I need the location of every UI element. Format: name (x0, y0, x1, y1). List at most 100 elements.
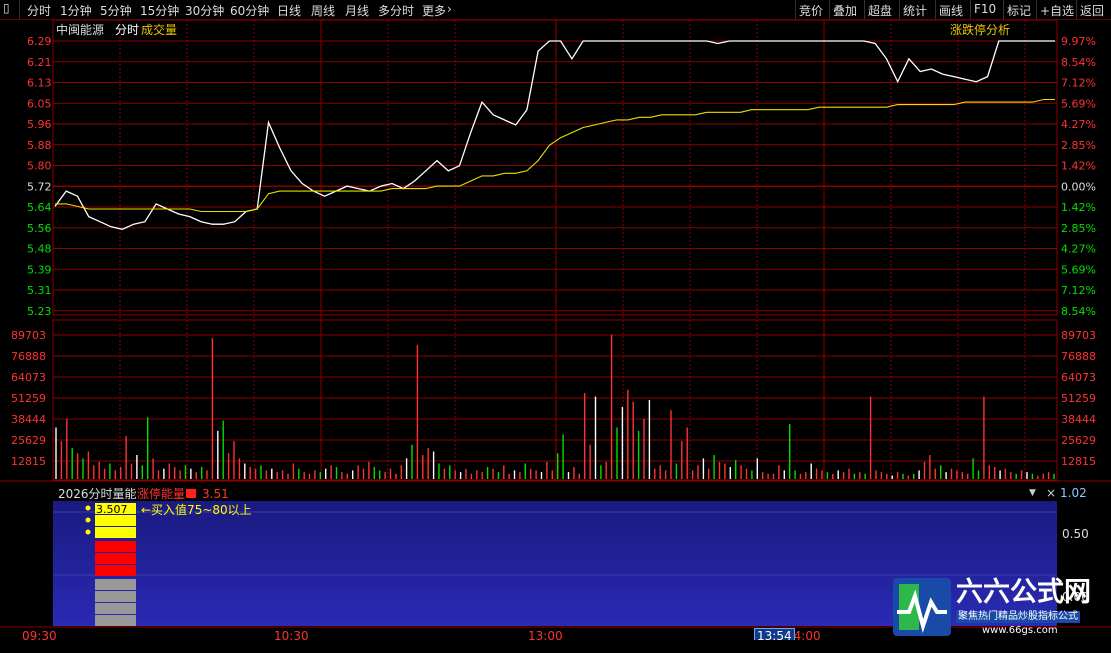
volume-tick-label-right: 89703 (1061, 329, 1096, 342)
volume-tick-label-right: 38444 (1061, 413, 1096, 426)
percent-tick-label: 1.42% (1061, 201, 1096, 214)
logo-slogan: 聚焦热门精品炒股指标公式 (956, 611, 1080, 623)
toolbar-item[interactable]: 周线 (311, 2, 335, 19)
price-line (54, 40, 1055, 230)
toolbar-divider (1076, 0, 1077, 19)
toolbar-item[interactable]: 竞价 (799, 2, 823, 19)
price-tick-label: 5.64 (27, 201, 52, 214)
indicator-cell (95, 565, 136, 576)
indicator-annotation: ←买入值75~80以上 (141, 503, 252, 517)
logo-mark-icon (893, 578, 951, 636)
price-tick-label: 5.31 (27, 284, 52, 297)
percent-tick-label: 7.12% (1061, 77, 1096, 90)
toolbar-item[interactable]: 叠加 (833, 2, 857, 19)
chart-area: 6.29 9.97% 6.21 8.54% 6.13 7.12% 6.05 5.69% 5.96… (0, 19, 1111, 650)
toolbar-divider (899, 0, 900, 19)
toolbar-item[interactable]: 超盘 (868, 2, 892, 19)
indicator-dot (85, 517, 91, 523)
volume-tick-label-right: 12815 (1061, 455, 1096, 468)
toolbar-divider (795, 0, 796, 19)
indicator-swatch (186, 489, 196, 498)
indicator-cell (95, 541, 136, 552)
volume-tick-label: 38444 (11, 413, 46, 426)
toolbar-item[interactable]: 多分时 (378, 2, 414, 19)
percent-tick-label: 9.97% (1061, 35, 1096, 48)
toolbar-item[interactable]: 5分钟 (100, 2, 132, 19)
toolbar-item[interactable]: 30分钟 (185, 2, 224, 19)
indicator-cell (95, 579, 136, 590)
period-toolbar: ▯ 分时 1分钟 5分钟 15分钟 30分钟 60分钟 日线 周线 月线 多分时 更多 › 竞价 叠加… (0, 0, 1111, 20)
toolbar-item[interactable]: 分时 (27, 2, 51, 19)
toolbar-divider (935, 0, 936, 19)
indicator-dot (85, 529, 91, 535)
toolbar-divider (970, 0, 971, 19)
volume-tick-label: 51259 (11, 392, 46, 405)
indicator-cell (95, 527, 136, 538)
percent-tick-label: 5.69% (1061, 97, 1096, 110)
percent-tick-label: 4.27% (1061, 243, 1096, 256)
indicator-right-value: 1.02 (1060, 486, 1087, 500)
price-tick-label: 6.29 (27, 35, 52, 48)
toolbar-item[interactable]: 统计 (903, 2, 927, 19)
toolbar-divider (864, 0, 865, 19)
logo-url: www.66gs.com (982, 625, 1058, 636)
percent-tick-label: 4.27% (1061, 118, 1096, 131)
volume-tick-label-right: 76888 (1061, 350, 1096, 363)
price-tick-label: 6.13 (27, 77, 52, 90)
toolbar-item[interactable]: 60分钟 (230, 2, 269, 19)
toolbar-item[interactable]: 标记 (1007, 2, 1031, 19)
percent-tick-label: 7.12% (1061, 284, 1096, 297)
indicator-value: 3.51 (202, 487, 229, 501)
toolbar-divider (1003, 0, 1004, 19)
analysis-label[interactable]: 涨跌停分析 (950, 23, 1010, 37)
price-tick-label: 5.80 (27, 160, 52, 173)
price-tick-label: 5.23 (27, 305, 52, 318)
volume-tick-label-right: 25629 (1061, 434, 1096, 447)
price-tick-label: 5.88 (27, 139, 52, 152)
toolbar-item[interactable]: 月线 (345, 2, 369, 19)
volume-tick-label: 64073 (11, 371, 46, 384)
toolbar-item[interactable]: 更多 (422, 2, 446, 19)
volume-label[interactable]: 成交量 (141, 23, 177, 37)
indicator-dropdown-icon[interactable]: ▼ (1029, 486, 1036, 500)
volume-tick-label: 89703 (11, 329, 46, 342)
indicator-cell (95, 553, 136, 564)
toolbar-divider (19, 0, 20, 19)
brand-logo: 六六公式网 聚焦热门精品炒股指标公式 www.66gs.com (890, 575, 1111, 637)
price-tick-label: 5.72 (27, 180, 52, 193)
indicator-cell (95, 591, 136, 602)
toolbar-divider (829, 0, 830, 19)
chart-canvas: 6.29 9.97% 6.21 8.54% 6.13 7.12% 6.05 5.69% 5.96… (0, 19, 1111, 628)
percent-tick-label: 8.54% (1061, 56, 1096, 69)
more-arrow-icon[interactable]: › (447, 2, 452, 16)
indicator-title[interactable]: 2026分时量能 (58, 487, 137, 501)
toolbar-item[interactable]: +自选 (1040, 2, 1074, 19)
price-tick-label: 5.96 (27, 118, 52, 131)
percent-tick-label: 0.00% (1061, 180, 1096, 193)
indicator-name: 涨停能量 (137, 487, 186, 501)
volume-tick-label: 25629 (11, 434, 46, 447)
indicator-cell (95, 615, 136, 626)
toolbar-item[interactable]: 日线 (277, 2, 301, 19)
toolbar-item[interactable]: 画线 (939, 2, 963, 19)
toolbar-item[interactable]: 返回 (1080, 2, 1104, 19)
toolbar-item[interactable]: 15分钟 (140, 2, 179, 19)
percent-tick-label: 5.69% (1061, 263, 1096, 276)
logo-brand: 六六公式网 (956, 577, 1091, 608)
logo-pulse-icon (897, 584, 947, 633)
indicator-cell (95, 603, 136, 614)
window-icon[interactable]: ▯ (3, 1, 10, 15)
view-label[interactable]: 分时 (115, 23, 139, 37)
bottom-tabs-bar (0, 640, 1111, 650)
price-tick-label: 5.56 (27, 222, 52, 235)
percent-tick-label: 2.85% (1061, 222, 1096, 235)
percent-tick-label: 8.54% (1061, 305, 1096, 318)
volume-tick-label-right: 51259 (1061, 392, 1096, 405)
indicator-close-icon[interactable]: × (1046, 486, 1056, 500)
indicator-cell-value: 3.507 (96, 503, 128, 516)
toolbar-item[interactable]: 1分钟 (60, 2, 92, 19)
price-tick-label: 5.48 (27, 243, 52, 256)
toolbar-item[interactable]: F10 (974, 2, 996, 16)
price-tick-label: 6.21 (27, 56, 52, 69)
volume-tick-label: 76888 (11, 350, 46, 363)
